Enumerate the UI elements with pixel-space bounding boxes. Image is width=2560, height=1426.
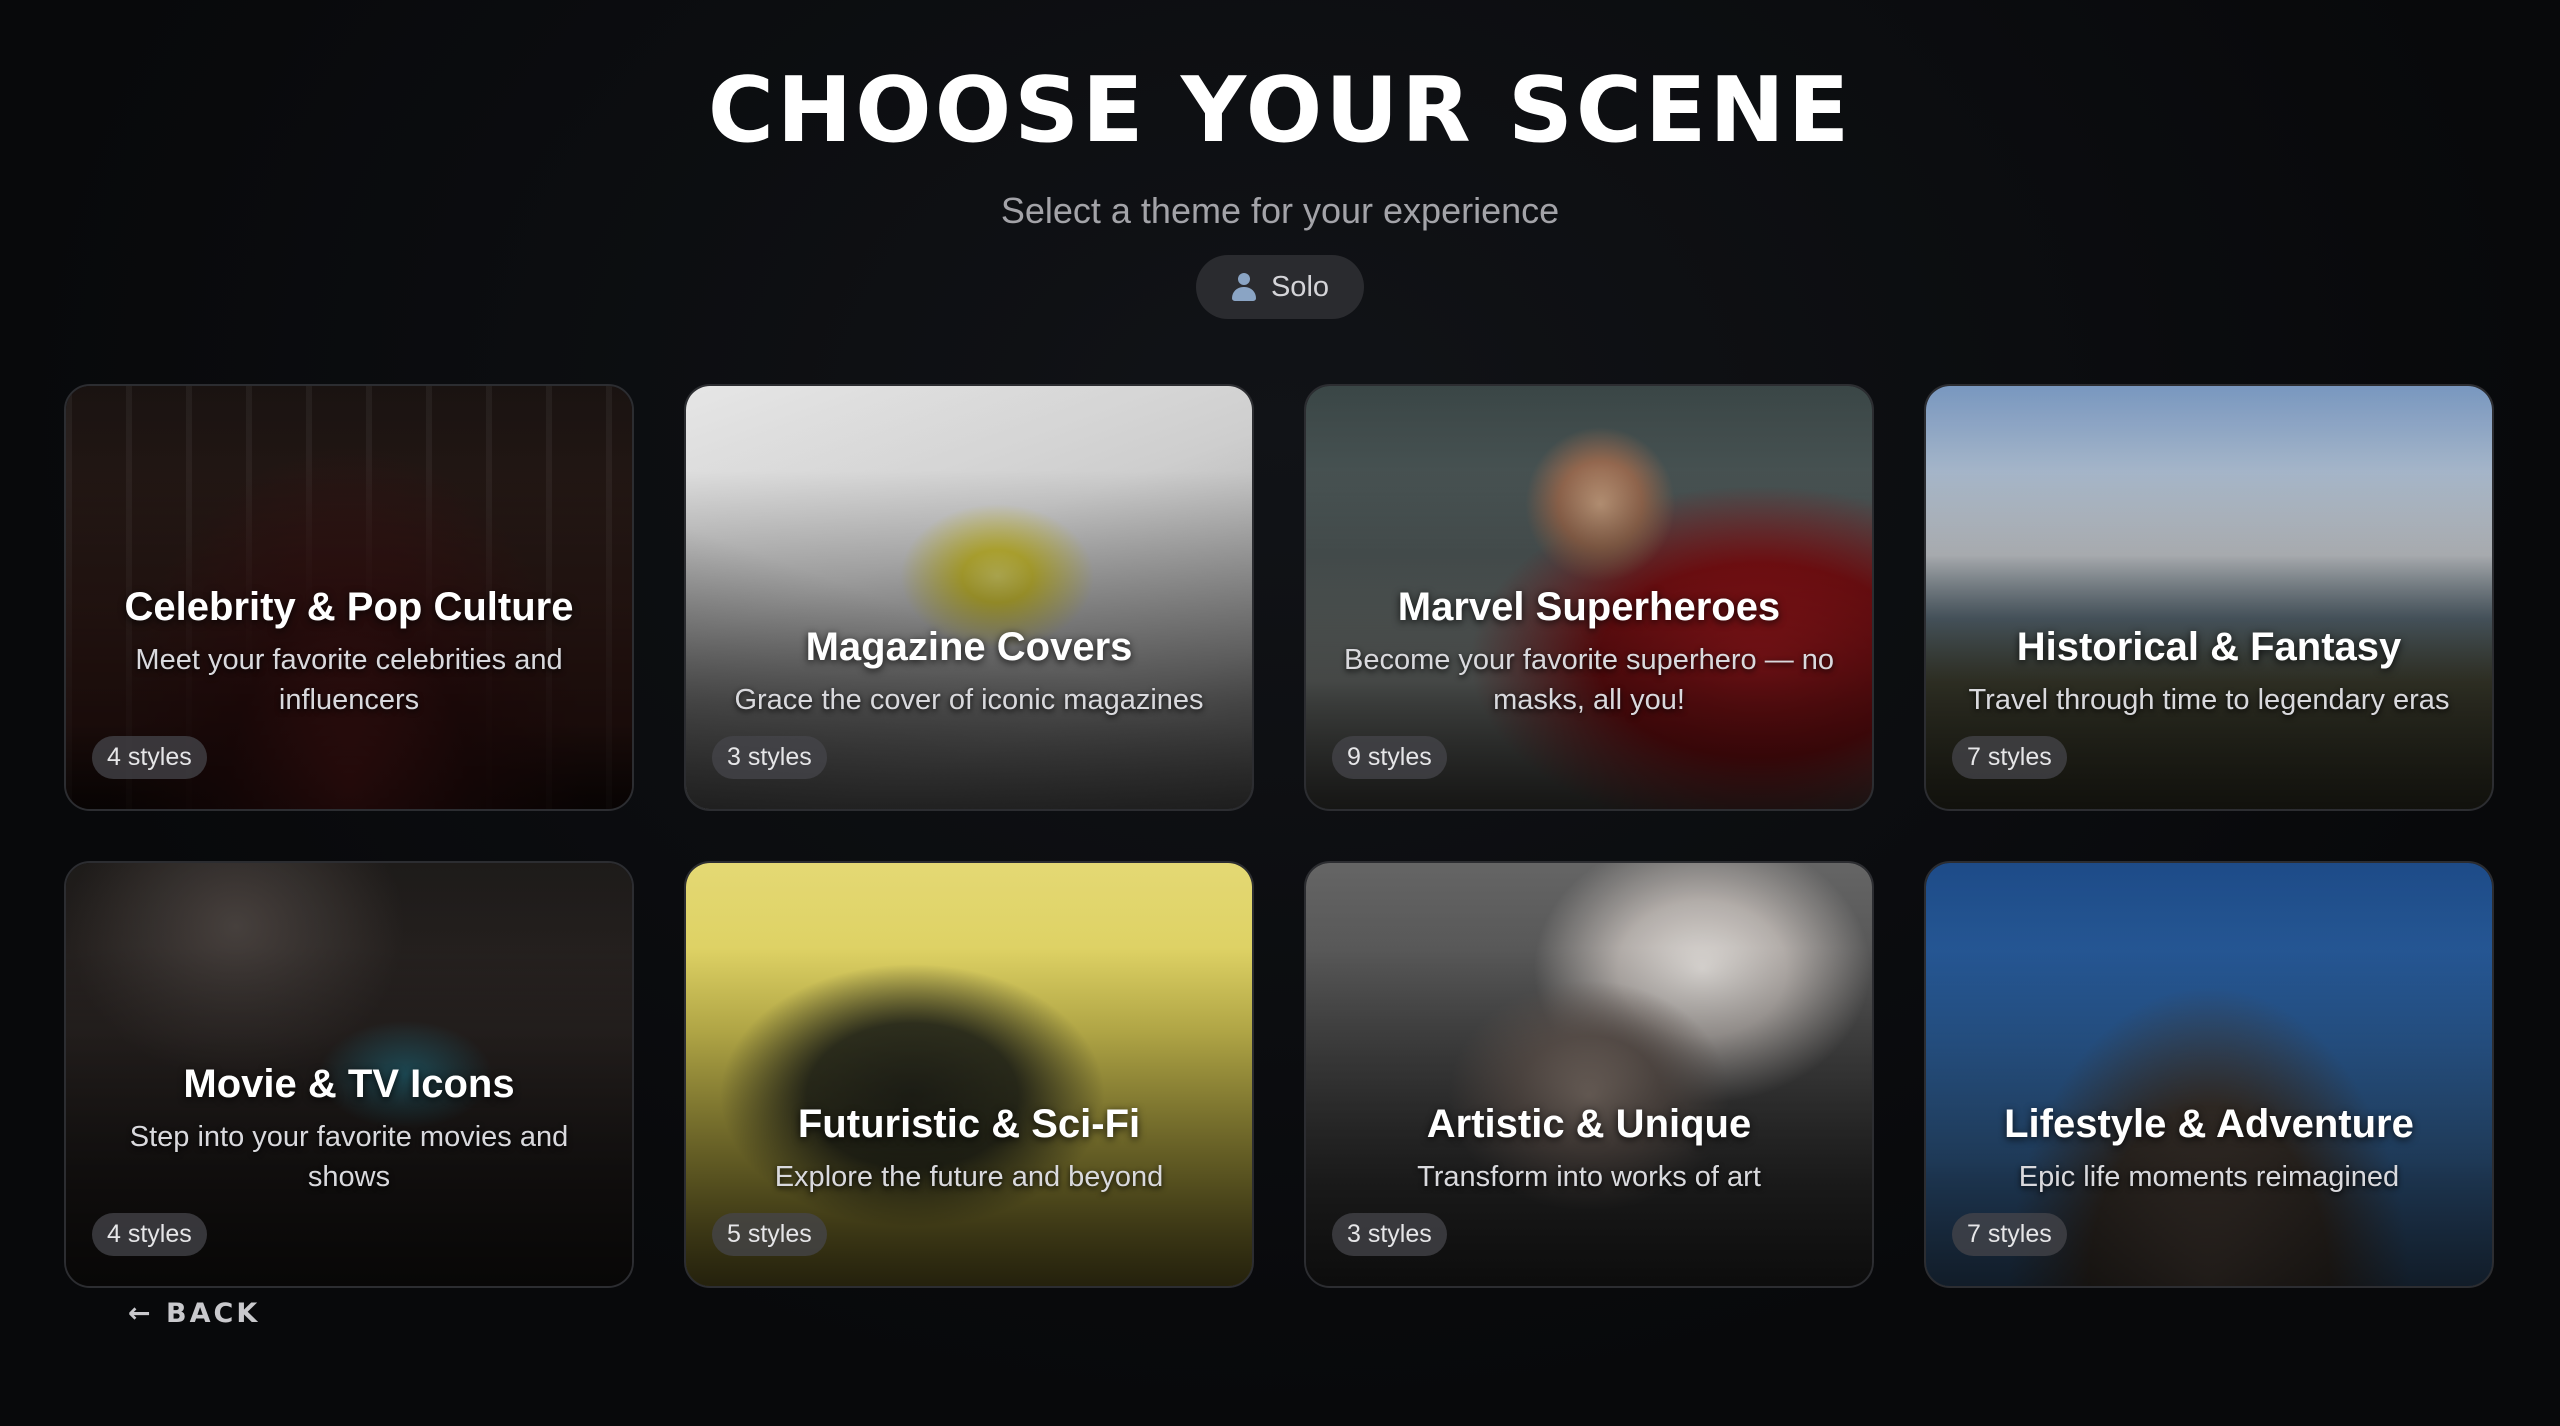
scene-card-magazine[interactable]: Magazine Covers Grace the cover of iconi… [684, 384, 1254, 811]
card-title: Celebrity & Pop Culture [124, 585, 574, 629]
styles-count-badge: 7 styles [1952, 736, 2067, 779]
card-title: Artistic & Unique [1426, 1102, 1752, 1146]
styles-count-badge: 4 styles [92, 1213, 207, 1256]
solo-mode-pill[interactable]: Solo [1196, 255, 1364, 319]
card-title: Futuristic & Sci-Fi [797, 1102, 1141, 1146]
scene-card-celebrity[interactable]: Celebrity & Pop Culture Meet your favori… [64, 384, 634, 811]
card-title: Movie & TV Icons [183, 1062, 515, 1106]
styles-count-badge: 3 styles [1332, 1213, 1447, 1256]
scene-card-historical[interactable]: Historical & Fantasy Travel through time… [1924, 384, 2494, 811]
person-icon [1231, 273, 1257, 301]
scene-card-futuristic[interactable]: Futuristic & Sci-Fi Explore the future a… [684, 861, 1254, 1288]
card-description: Epic life moments reimagined [2018, 1161, 2400, 1193]
card-title: Marvel Superheroes [1397, 585, 1781, 629]
back-button[interactable]: ← BACK [128, 1298, 260, 1329]
scene-grid: Celebrity & Pop Culture Meet your favori… [64, 384, 2494, 1288]
styles-count-badge: 3 styles [712, 736, 827, 779]
card-title: Lifestyle & Adventure [2004, 1102, 2414, 1146]
scene-card-marvel[interactable]: Marvel Superheroes Become your favorite … [1304, 384, 1874, 811]
card-title: Magazine Covers [805, 625, 1133, 669]
card-description: Become your favorite superhero — no mask… [1343, 644, 1835, 716]
card-description: Travel through time to legendary eras [1968, 684, 2450, 716]
card-description: Grace the cover of iconic magazines [734, 684, 1204, 716]
scene-card-lifestyle[interactable]: Lifestyle & Adventure Epic life moments … [1924, 861, 2494, 1288]
scene-picker-page: CHOOSE YOUR SCENE Select a theme for you… [0, 0, 2560, 1426]
page-title: CHOOSE YOUR SCENE [707, 58, 1853, 163]
card-description: Explore the future and beyond [774, 1161, 1164, 1193]
styles-count-badge: 7 styles [1952, 1213, 2067, 1256]
card-title: Historical & Fantasy [2016, 625, 2402, 669]
page-subtitle: Select a theme for your experience [1000, 190, 1560, 231]
scene-card-artistic[interactable]: Artistic & Unique Transform into works o… [1304, 861, 1874, 1288]
styles-count-badge: 9 styles [1332, 736, 1447, 779]
styles-count-badge: 5 styles [712, 1213, 827, 1256]
styles-count-badge: 4 styles [92, 736, 207, 779]
scene-card-movie-tv[interactable]: Movie & TV Icons Step into your favorite… [64, 861, 634, 1288]
mode-label: Solo [1270, 270, 1330, 303]
card-description: Meet your favorite celebrities and influ… [135, 644, 563, 716]
card-description: Transform into works of art [1417, 1161, 1761, 1193]
card-description: Step into your favorite movies and shows [129, 1121, 569, 1193]
